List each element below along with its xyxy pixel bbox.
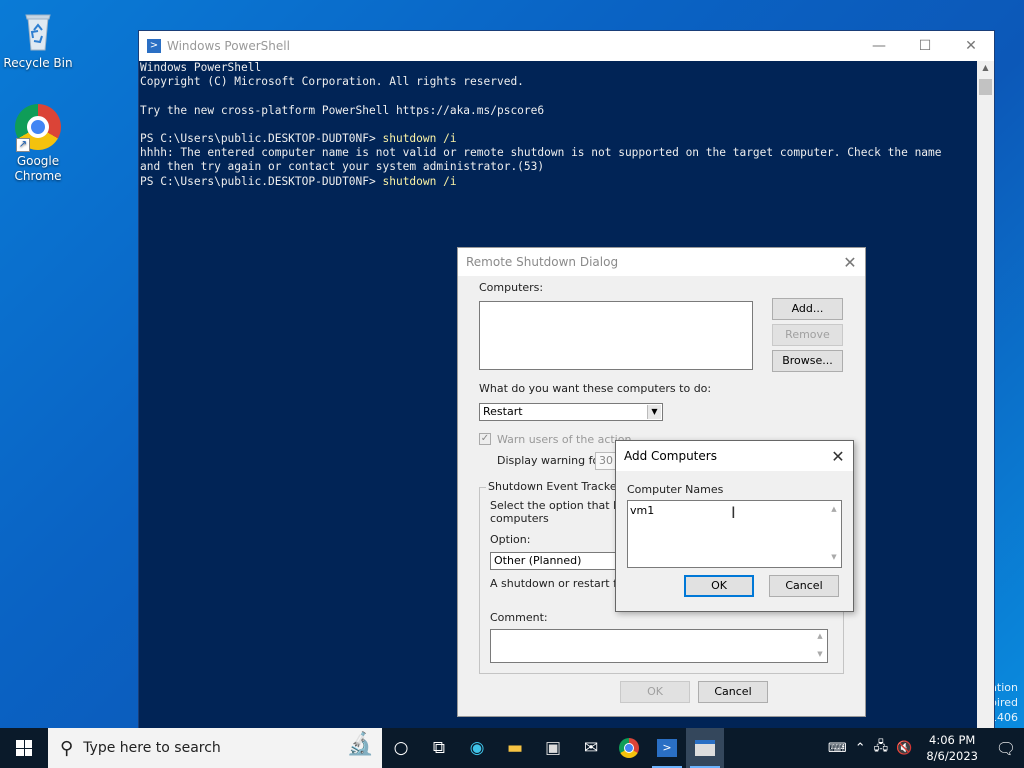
- computer-names-label: Computer Names: [627, 483, 724, 496]
- close-icon[interactable]: ✕: [948, 38, 994, 54]
- search-placeholder: Type here to search: [83, 740, 221, 756]
- ok-button[interactable]: OK: [684, 575, 754, 597]
- recycle-bin-icon: [14, 6, 62, 54]
- text-cursor-icon: I: [731, 503, 736, 522]
- windows-logo-icon: [16, 740, 32, 756]
- dialog-titlebar[interactable]: Remote Shutdown Dialog ✕: [458, 248, 865, 276]
- science-icon: 🔬: [346, 732, 374, 757]
- cancel-button[interactable]: Cancel: [769, 575, 839, 597]
- powershell-icon: >: [147, 39, 161, 53]
- clock[interactable]: 4:06 PM 8/6/2023: [916, 732, 988, 764]
- comment-textarea[interactable]: ▲ ▼: [490, 629, 828, 663]
- console-line: Try the new cross-platform PowerShell ht…: [140, 103, 545, 117]
- console-line: PS C:\Users\public.DESKTOP-DUDT0NF> shut…: [140, 132, 977, 146]
- console-command: shutdown /i: [382, 131, 457, 145]
- chevron-up-icon[interactable]: ⌃: [851, 741, 870, 756]
- desktop-icon-label: Recycle Bin: [3, 56, 73, 70]
- powershell-taskbar-icon[interactable]: >: [648, 728, 686, 768]
- computers-list[interactable]: [479, 301, 753, 370]
- option-label: Option:: [490, 533, 531, 546]
- console-line: PS C:\Users\public.DESKTOP-DUDT0NF> shut…: [140, 175, 977, 189]
- scroll-up-icon[interactable]: ▲: [829, 505, 839, 513]
- scroll-thumb[interactable]: [979, 79, 992, 95]
- add-button[interactable]: Add...: [772, 298, 843, 320]
- window-title: Windows PowerShell: [167, 39, 290, 53]
- display-warning-label: Display warning for: [497, 454, 604, 467]
- tracker-description-2: computers: [490, 512, 549, 525]
- action-select[interactable]: Restart ▼: [479, 403, 663, 421]
- chevron-down-icon[interactable]: ▼: [647, 405, 661, 419]
- chrome-icon: ↗: [14, 104, 62, 152]
- network-icon[interactable]: 🖧: [870, 737, 893, 759]
- console-command: shutdown /i: [382, 174, 457, 188]
- console-line: and then try again or contact your syste…: [140, 160, 545, 174]
- volume-muted-icon[interactable]: 🔇: [892, 741, 916, 756]
- warn-users-label: Warn users of the action: [497, 433, 632, 446]
- shutdown-dialog-taskbar-icon[interactable]: [686, 728, 724, 768]
- task-view-icon[interactable]: ⧉: [420, 728, 458, 768]
- dialog-title: Add Computers: [624, 449, 717, 463]
- desktop-icon-recycle-bin[interactable]: Recycle Bin: [0, 6, 76, 70]
- desktop-icon-google-chrome[interactable]: ↗ Google Chrome: [0, 104, 76, 184]
- minimize-icon[interactable]: —: [856, 38, 902, 54]
- chrome-taskbar-icon[interactable]: [610, 728, 648, 768]
- action-label: What do you want these computers to do:: [479, 382, 712, 395]
- computers-label: Computers:: [479, 281, 544, 294]
- scroll-down-icon[interactable]: ▼: [829, 553, 839, 561]
- dialog-titlebar[interactable]: Add Computers ✕: [616, 441, 853, 471]
- console-prompt: PS C:\Users\public.DESKTOP-DUDT0NF>: [140, 174, 383, 188]
- console-line: Windows PowerShell: [140, 61, 262, 74]
- close-icon[interactable]: ✕: [835, 253, 865, 272]
- powershell-titlebar[interactable]: > Windows PowerShell — ☐ ✕: [139, 31, 994, 61]
- option-select[interactable]: Other (Planned): [490, 552, 620, 570]
- search-icon: ⚲: [60, 737, 74, 759]
- scroll-up-icon[interactable]: ▲: [815, 632, 825, 640]
- desktop-icon-label: Google Chrome: [14, 154, 62, 183]
- shortcut-arrow-icon: ↗: [16, 138, 30, 152]
- remove-button[interactable]: Remove: [772, 324, 843, 346]
- add-computers-dialog[interactable]: Add Computers ✕ Computer Names vm1 ▲ ▼ I…: [615, 440, 854, 612]
- system-tray: ⌨ ⌃ 🖧 🔇 4:06 PM 8/6/2023 🗨: [824, 728, 1024, 768]
- dialog-title: Remote Shutdown Dialog: [466, 255, 619, 269]
- ok-button[interactable]: OK: [620, 681, 690, 703]
- search-box[interactable]: ⚲ Type here to search 🔬: [48, 728, 382, 768]
- scroll-down-icon[interactable]: ▼: [815, 650, 825, 658]
- console-scrollbar[interactable]: ▲: [977, 61, 994, 729]
- store-icon[interactable]: ▣: [534, 728, 572, 768]
- console-line: Copyright (C) Microsoft Corporation. All…: [140, 75, 524, 89]
- cancel-button[interactable]: Cancel: [698, 681, 768, 703]
- scroll-up-icon[interactable]: ▲: [977, 63, 994, 72]
- tracker-legend: Shutdown Event Tracker: [486, 480, 624, 493]
- console-line: hhhh: The entered computer name is not v…: [140, 146, 942, 160]
- mail-icon[interactable]: ✉: [572, 728, 610, 768]
- edge-icon[interactable]: ◉: [458, 728, 496, 768]
- keyboard-icon[interactable]: ⌨: [824, 741, 851, 756]
- console-prompt: PS C:\Users\public.DESKTOP-DUDT0NF>: [140, 131, 383, 145]
- warn-users-checkbox[interactable]: ✓: [479, 433, 491, 445]
- file-explorer-icon[interactable]: ▬: [496, 728, 534, 768]
- start-button[interactable]: [0, 728, 48, 768]
- maximize-icon[interactable]: ☐: [902, 38, 948, 54]
- computer-names-input[interactable]: vm1 ▲ ▼ I: [627, 500, 842, 568]
- close-icon[interactable]: ✕: [823, 447, 853, 466]
- cortana-icon[interactable]: ○: [382, 728, 420, 768]
- comment-label: Comment:: [490, 611, 548, 624]
- taskbar: ⚲ Type here to search 🔬 ○ ⧉ ◉ ▬ ▣ ✉ > ⌨ …: [0, 728, 1024, 768]
- browse-button[interactable]: Browse...: [772, 350, 843, 372]
- notification-icon[interactable]: 🗨: [988, 739, 1024, 758]
